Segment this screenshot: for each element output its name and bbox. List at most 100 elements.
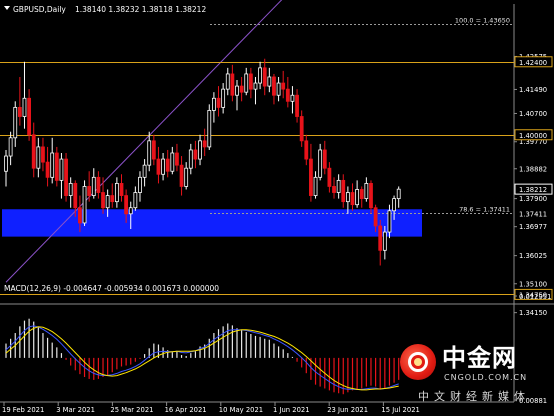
candle-body-7 [36, 146, 41, 169]
candle-body-78 [364, 183, 369, 200]
candle-body-27 [128, 207, 133, 215]
candle-body-4 [22, 97, 27, 117]
candle-body-68 [318, 149, 323, 178]
time-tick-label-4: 10 May 2021 [219, 406, 263, 414]
ohlc-values: 1.38140 1.38232 1.38118 1.38212 [75, 5, 206, 14]
cngold-watermark: 中金网 CNGOLD.COM.CN 中文财经新媒体 [400, 344, 548, 406]
time-tick-label-5: 1 Jun 2021 [273, 406, 310, 414]
candle-body-43 [202, 140, 207, 148]
candle-body-0 [4, 155, 8, 172]
price-tick-label-7: 1.36025 [519, 252, 547, 260]
candle-body-50 [235, 85, 239, 96]
level-label-4: 78.6 = 1.37411 [459, 206, 510, 214]
candle-body-56 [262, 67, 267, 87]
candle-body-36 [170, 152, 175, 172]
price-label-text-3: 1.37411 [519, 210, 547, 218]
price-label-text-1: 1.40000 [519, 132, 547, 140]
candle-body-73 [341, 179, 346, 203]
candle-body-18 [87, 186, 92, 196]
price-tick-label-9: 1.34150 [519, 309, 547, 317]
candle-body-67 [313, 176, 318, 196]
price-label-text-2: 1.38212 [519, 186, 547, 194]
candle-body-24 [114, 183, 119, 203]
candle-body-3 [17, 106, 22, 117]
symbol-timeframe: GBPUSD,Daily [13, 5, 66, 14]
time-tick-label-0: 19 Feb 2021 [2, 406, 44, 414]
candle-body-62 [290, 94, 295, 102]
candle-body-75 [350, 192, 355, 206]
price-tick-label-2: 1.40700 [519, 110, 547, 118]
candle-body-9 [45, 161, 50, 178]
time-tick-label-3: 16 Apr 2021 [165, 406, 207, 414]
candle-body-60 [281, 82, 286, 90]
candle-body-28 [133, 192, 138, 209]
candle-body-17 [82, 186, 87, 224]
candle-body-65 [304, 140, 309, 160]
candle-body-38 [179, 164, 184, 187]
candle-body-16 [78, 207, 82, 224]
price-tick-label-6: 1.36977 [519, 223, 547, 231]
candle-body-29 [138, 176, 142, 193]
candle-body-23 [110, 195, 115, 203]
candle-body-15 [73, 183, 78, 209]
candle-body-61 [285, 88, 290, 102]
candle-body-54 [253, 82, 258, 90]
level-label-3: 100.0 = 1.43650 [455, 17, 510, 25]
candle-body-69 [322, 149, 327, 169]
candle-body-39 [184, 167, 189, 187]
candle-body-10 [50, 152, 55, 178]
candle-body-2 [13, 106, 18, 139]
candle-body-42 [198, 140, 202, 160]
candle-body-40 [188, 149, 193, 169]
time-tick-label-7: 15 Jul 2021 [381, 406, 419, 414]
candle-body-76 [355, 189, 360, 206]
candle-body-55 [258, 67, 263, 84]
candle-body-20 [96, 176, 101, 193]
time-tick-label-6: 23 Jun 2021 [327, 406, 368, 414]
candle-body-71 [332, 186, 336, 193]
watermark-url: CNGOLD.COM.CN [444, 373, 528, 382]
candle-body-49 [230, 73, 235, 96]
candle-body-13 [64, 158, 68, 196]
candle-body-72 [336, 179, 341, 193]
candle-body-74 [345, 192, 350, 203]
price-label-text-0: 1.42400 [519, 59, 547, 67]
time-tick-label-1: 3 Mar 2021 [56, 406, 95, 414]
candle-body-46 [216, 97, 221, 108]
candle-body-1 [8, 137, 13, 157]
candle-body-47 [221, 88, 226, 108]
candle-body-11 [54, 152, 59, 181]
candle-body-44 [207, 110, 212, 148]
candle-body-58 [272, 76, 276, 96]
candle-body-79 [369, 183, 373, 209]
candle-body-84 [392, 198, 396, 212]
candle-body-41 [193, 149, 198, 160]
candle-body-82 [382, 231, 387, 251]
candle-body-30 [142, 164, 147, 178]
candle-body-52 [244, 73, 249, 93]
candle-body-53 [248, 73, 253, 90]
candle-body-19 [91, 176, 96, 196]
price-tick-label-4: 1.38882 [519, 165, 547, 173]
candle-body-33 [156, 158, 161, 175]
candle-body-83 [387, 210, 392, 233]
candle-body-80 [373, 207, 378, 227]
price-tick-label-1: 1.41490 [519, 86, 547, 94]
time-tick-label-2: 25 Mar 2021 [110, 406, 153, 414]
candle-body-31 [147, 140, 152, 166]
candle-body-12 [59, 158, 64, 181]
price-tick-label-8: 1.35100 [519, 280, 547, 288]
price-tick-label-5: 1.37900 [519, 195, 547, 203]
candle-body-22 [105, 195, 110, 209]
macd-label: MACD(12,26,9) -0.004647 -0.005934 0.0016… [4, 284, 219, 293]
watermark-tagline: 中文财经新媒体 [418, 390, 530, 403]
candle-body-37 [175, 152, 179, 166]
candle-body-5 [27, 97, 32, 136]
candle-body-6 [31, 134, 36, 169]
candle-body-70 [327, 167, 332, 187]
candle-body-77 [359, 189, 364, 200]
candle-body-85 [396, 188, 401, 200]
candle-body-66 [309, 158, 313, 196]
candle-body-57 [267, 76, 272, 87]
candle-body-35 [165, 158, 170, 172]
